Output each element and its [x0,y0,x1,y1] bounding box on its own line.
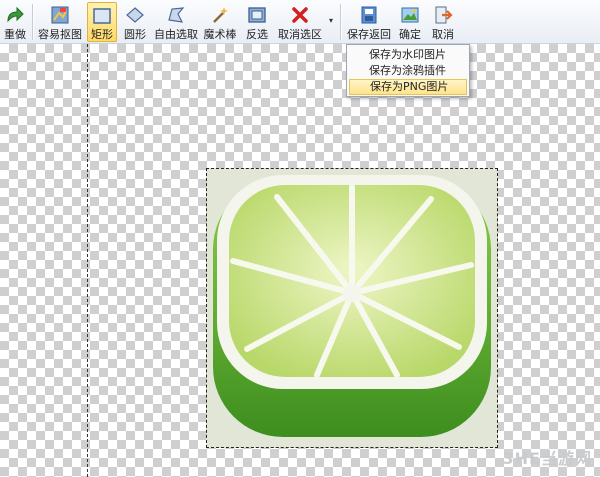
easy-cutout-button[interactable]: 容易抠图 [35,2,85,42]
toolbar: 重做 容易抠图 矩形 圆形 自由选取 魔术棒 反选 取消选区 ▾ 保存返回 确定… [0,0,600,44]
confirm-icon [399,4,421,26]
magic-wand-label: 魔术棒 [203,28,237,41]
save-dropdown-menu: 保存为水印图片 保存为涂鸦插件 保存为PNG图片 [346,44,470,97]
cancel-selection-icon [289,4,311,26]
save-return-label: 保存返回 [347,28,391,41]
redo-arrow-icon [4,4,26,26]
invert-selection-icon [246,4,268,26]
cancel-selection-button[interactable]: 取消选区 [277,2,323,42]
cancel-exit-icon [432,4,454,26]
invert-selection-button[interactable]: 反选 [242,2,272,42]
cancel-selection-label: 取消选区 [278,28,322,41]
cancel-exit-label: 取消 [432,28,454,41]
menu-item-save-doodle-plugin[interactable]: 保存为涂鸦插件 [349,63,467,79]
invert-selection-label: 反选 [246,28,268,41]
more-dropdown-icon[interactable]: ▾ [329,16,333,25]
lasso-select-label: 自由选取 [154,28,198,41]
save-return-button[interactable]: 保存返回 [346,2,392,42]
ellipse-select-icon [124,4,146,26]
save-return-icon [358,4,380,26]
lasso-select-button[interactable]: 自由选取 [153,2,199,42]
easy-cutout-icon [49,4,71,26]
confirm-button[interactable]: 确定 [396,2,424,42]
lime-image-selection[interactable] [206,168,498,448]
rectangle-select-button[interactable]: 矩形 [87,2,117,42]
redo-label: 重做 [4,28,26,41]
rectangle-select-icon [91,5,113,26]
magic-wand-icon [209,4,231,26]
ellipse-select-button[interactable]: 圆形 [120,2,150,42]
easy-cutout-label: 容易抠图 [38,28,82,41]
ellipse-select-label: 圆形 [124,28,146,41]
cancel-exit-button[interactable]: 取消 [428,2,458,42]
rectangle-select-label: 矩形 [91,28,113,41]
menu-item-save-png[interactable]: 保存为PNG图片 [349,79,467,95]
lasso-select-icon [165,4,187,26]
redo-button[interactable]: 重做 [1,2,29,42]
site-watermark: 3HE当游网 [502,449,592,468]
toolbar-separator [32,4,33,40]
magic-wand-button[interactable]: 魔术棒 [202,2,238,42]
vertical-guide-line [87,44,88,477]
lime-slice-image [207,169,497,447]
toolbar-separator [340,4,341,40]
menu-item-save-watermark[interactable]: 保存为水印图片 [349,47,467,63]
confirm-label: 确定 [399,28,421,41]
